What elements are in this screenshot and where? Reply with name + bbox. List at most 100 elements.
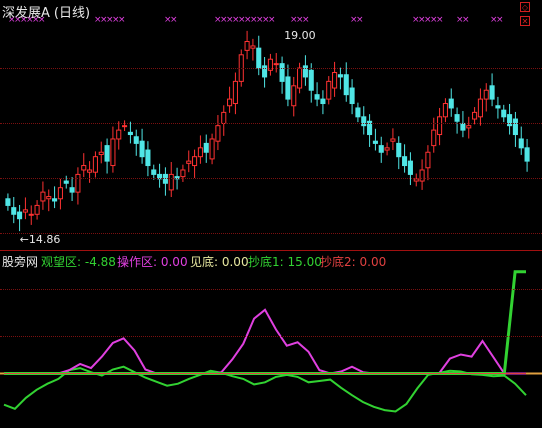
candle-body	[314, 94, 320, 100]
candle-body	[232, 80, 238, 105]
signal-marker: ×	[356, 15, 364, 25]
candle-body	[98, 151, 104, 155]
candle-body	[501, 109, 507, 118]
candle-body	[431, 129, 437, 147]
candle-body	[518, 138, 524, 149]
candle-body	[378, 145, 384, 153]
candle-body	[477, 98, 483, 118]
candle-body	[472, 111, 478, 120]
candle-body	[244, 41, 250, 51]
candle-body	[483, 89, 489, 100]
candle-body	[221, 111, 227, 124]
legend-bottom-buy-1: 抄底1: 15.00	[248, 255, 322, 269]
candle-body	[203, 142, 209, 153]
grid-line	[0, 289, 542, 290]
candle-body	[197, 147, 203, 158]
candle-body	[337, 74, 343, 78]
bottom-buy-1-line	[4, 270, 526, 375]
candle-body	[332, 72, 338, 89]
high-price-label: 19.00	[284, 29, 316, 42]
candle-body	[87, 169, 93, 173]
candle-body	[512, 118, 518, 136]
candle-body	[279, 63, 285, 82]
candle-body	[52, 198, 58, 202]
candle-body	[5, 198, 11, 206]
candle-body	[227, 98, 233, 107]
candle-body	[524, 147, 530, 162]
candle-body	[466, 125, 472, 129]
candle-body	[139, 140, 145, 158]
candle-body	[46, 196, 52, 200]
candle-body	[285, 76, 291, 100]
candle-body	[454, 114, 460, 122]
indicator-chart[interactable]	[0, 251, 542, 428]
candle-body	[425, 151, 431, 169]
candle-body	[355, 107, 361, 118]
candle-body	[40, 191, 46, 202]
candle-body	[308, 69, 314, 91]
candle-body	[273, 63, 279, 66]
candle-body	[69, 187, 75, 193]
candle-body	[116, 129, 122, 140]
legend-watch-zone: 观望区: -4.88	[41, 255, 116, 269]
candle-body	[63, 180, 69, 184]
restore-icon[interactable]: ◇	[520, 2, 530, 12]
stock-chart-window: 19.00 ←14.86 × × × × × × × × × × × × × × × × × × × × × × × × × × × × ×…	[0, 0, 542, 428]
candle-body	[402, 156, 408, 167]
candle-body	[110, 138, 116, 167]
candle-body	[92, 156, 98, 173]
candle-body	[122, 125, 128, 128]
candle-body	[419, 169, 425, 182]
candle-body	[396, 142, 402, 158]
candle-body	[343, 74, 349, 96]
candle-body	[168, 173, 174, 191]
candle-body	[320, 98, 326, 105]
candlestick-chart[interactable]: 19.00←14.86×××××× ××××× ×× ×××××××××× ××× ×× ×…	[0, 0, 542, 250]
grid-line	[0, 68, 542, 69]
chart-period: (日线)	[53, 6, 91, 21]
candle-body	[180, 169, 186, 178]
legend-bottom-seen: 见底: 0.00	[190, 255, 249, 269]
candle-body	[34, 204, 40, 215]
price-panel[interactable]: 19.00 ←14.86 × × × × × × × × × × × × × × × × × × × × × × × × × × × × ×…	[0, 0, 542, 250]
indicator-panel[interactable]	[0, 251, 542, 428]
stock-title: 深发展A (日线)	[2, 2, 94, 21]
candle-body	[349, 87, 355, 105]
signal-marker: ×	[118, 15, 126, 25]
legend-source: 股旁网	[2, 255, 39, 269]
stock-name: 深发展A	[2, 6, 50, 21]
candle-body	[460, 122, 466, 131]
low-price-label: ←14.86	[20, 233, 61, 246]
legend-bottom-buy-2: 抄底2: 0.00	[320, 255, 387, 269]
candle-body	[17, 211, 23, 220]
candle-body	[127, 131, 133, 136]
signal-marker: ×	[302, 15, 310, 25]
candle-body	[495, 105, 501, 109]
candle-body	[104, 145, 110, 162]
candle-body	[215, 125, 221, 142]
candle-body	[256, 47, 262, 69]
candle-body	[186, 160, 192, 164]
candle-body	[209, 138, 215, 160]
close-icon[interactable]: ✕	[520, 16, 530, 26]
candle-body	[442, 103, 448, 118]
candle-body	[372, 140, 378, 144]
grid-line	[0, 233, 542, 234]
signal-marker: ×	[436, 15, 444, 25]
candle-body	[57, 187, 63, 200]
grid-line	[0, 336, 542, 337]
candle-body	[133, 136, 139, 144]
candle-body	[250, 45, 256, 49]
signal-marker: ×	[268, 15, 276, 25]
candle-body	[489, 85, 495, 100]
operate-zone-line	[4, 308, 526, 375]
candle-body	[291, 85, 297, 107]
candle-body	[81, 165, 87, 171]
candle-body	[507, 114, 513, 127]
grid-line	[0, 178, 542, 179]
candle-body	[22, 209, 28, 213]
candle-body	[151, 169, 157, 175]
signal-marker: ×	[496, 15, 504, 25]
signal-marker: ×	[170, 15, 178, 25]
candle-body	[11, 207, 17, 215]
